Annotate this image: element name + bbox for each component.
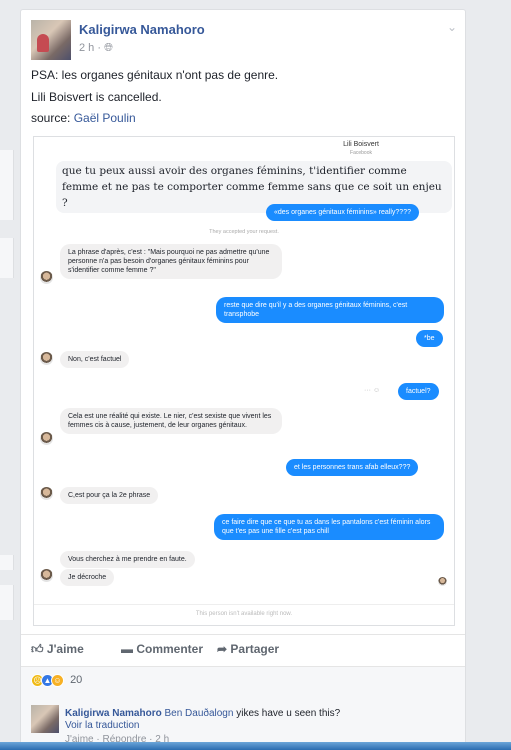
source-prefix: source:: [31, 111, 74, 125]
reaction-summary[interactable]: ☹ ▲ ☺ 20: [31, 674, 82, 687]
haha-react-icon: ☺: [51, 674, 64, 687]
post-header: Kaligirwa Namahoro 2 h · 🌐︎ ⌄: [31, 20, 457, 64]
message-received: Vous cherchez à me prendre en faute.: [60, 551, 195, 568]
sidebar-fragment: [0, 585, 14, 620]
message-sent: ce faire dire que ce que tu as dans les …: [214, 514, 444, 540]
contact-avatar: [40, 271, 53, 284]
comment-label: Commenter: [136, 642, 204, 656]
post-author[interactable]: Kaligirwa Namahoro: [79, 22, 205, 37]
author-avatar[interactable]: [31, 20, 71, 60]
globe-icon: 🌐︎: [104, 42, 113, 54]
chat-subtitle: Facebook: [350, 150, 372, 156]
post-text-line-1: PSA: les organes génitaux n'ont pas de g…: [31, 68, 279, 82]
seen-avatar: [438, 577, 447, 586]
post-text-source: source: Gaël Poulin: [31, 111, 136, 125]
post-time[interactable]: 2 h ·: [79, 42, 104, 54]
post-text-line-2: Lili Boisvert is cancelled.: [31, 90, 162, 104]
message-received: Je décroche: [60, 569, 115, 586]
comment-body: Kaligirwa Namahoro Ben Dauðalogn yikes h…: [65, 707, 455, 720]
chevron-down-icon[interactable]: ⌄: [447, 20, 457, 34]
share-icon: ➦: [217, 642, 228, 656]
contact-avatar: [40, 432, 53, 445]
source-link[interactable]: Gaël Poulin: [74, 111, 136, 125]
share-button[interactable]: ➦ Partager: [217, 642, 279, 656]
post-actions: 👍︎ J'aime ▬ Commenter ➦ Partager: [31, 638, 457, 662]
sidebar-fragment: [0, 150, 14, 220]
contact-avatar: [40, 352, 53, 365]
taskbar: [0, 742, 511, 750]
sidebar-fragment: [0, 238, 14, 278]
sidebar-fragment: [0, 555, 14, 570]
contact-avatar: [40, 569, 53, 582]
message-sent: et les personnes trans afab elleux???: [286, 459, 419, 476]
comment-button[interactable]: ▬ Commenter: [121, 642, 203, 656]
message-sent: «des organes génitaux féminins» really??…: [266, 204, 419, 221]
message-received: C,est pour ça la 2e phrase: [60, 487, 159, 504]
left-sidebar-strip: [0, 0, 14, 750]
comment-icon: ▬: [121, 642, 133, 656]
contact-avatar: [40, 487, 53, 500]
more-options-icon[interactable]: ··· ☺: [364, 387, 380, 394]
message-received: Non, c'est factuel: [60, 351, 130, 368]
message-received: La phrase d'après, c'est : "Mais pourquo…: [60, 244, 282, 279]
post-meta: 2 h · 🌐︎: [79, 42, 113, 55]
like-button[interactable]: 👍︎ J'aime: [31, 642, 84, 657]
message-received: Cela est une réalité qui existe. Le nier…: [60, 408, 282, 434]
see-translation-link[interactable]: Voir la traduction: [65, 720, 140, 731]
comment-author[interactable]: Kaligirwa Namahoro: [65, 708, 162, 719]
system-notice: They accepted your request.: [209, 229, 279, 235]
share-label: Partager: [230, 642, 280, 656]
chat-footer-notice: This person isn't available right now.: [34, 604, 454, 626]
chat-title: Lili Boisvert: [343, 141, 379, 148]
commenter-avatar[interactable]: [31, 705, 59, 733]
like-label: J'aime: [46, 642, 84, 656]
message-sent: reste que dire qu'il y a des organes gén…: [216, 297, 444, 323]
thumbs-up-icon: 👍︎: [31, 642, 44, 656]
facebook-post: Kaligirwa Namahoro 2 h · 🌐︎ ⌄ PSA: les o…: [20, 9, 466, 750]
comment-text: yikes have u seen this?: [233, 708, 341, 719]
message-sent: factuel?: [398, 383, 439, 400]
reaction-count: 20: [70, 674, 83, 687]
comment-mention[interactable]: Ben Dauðalogn: [164, 708, 233, 719]
right-margin: [466, 0, 511, 750]
messenger-screenshot[interactable]: Lili Boisvert Facebook que tu peux aussi…: [33, 136, 455, 626]
divider: [21, 634, 465, 635]
message-sent: *be: [416, 330, 443, 347]
